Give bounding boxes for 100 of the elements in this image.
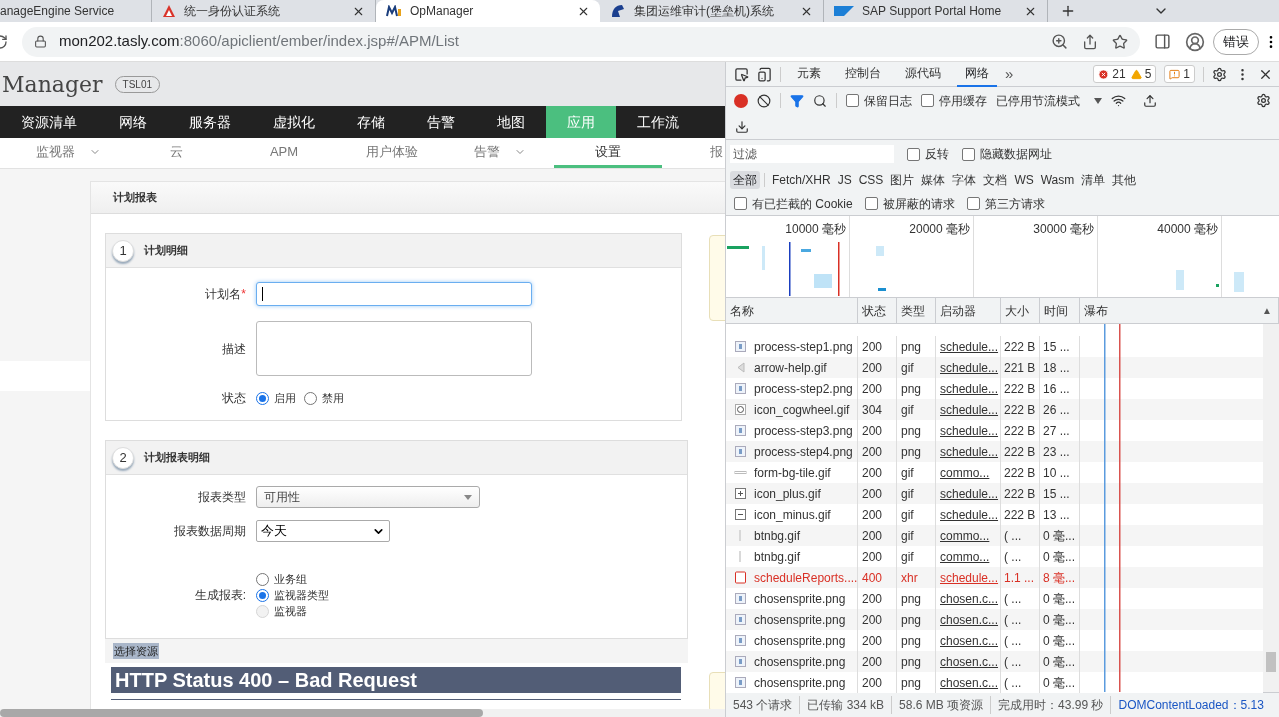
initiator-link[interactable]: schedule... — [940, 379, 999, 398]
text-input[interactable] — [256, 282, 532, 306]
nav-tab[interactable]: 服务器 — [168, 106, 252, 138]
column-header[interactable]: 名称 — [730, 301, 754, 320]
devtools-tab[interactable]: 源代码 — [897, 61, 949, 87]
request-row[interactable]: scheduleReports.... 400 xhr schedule... 1.1 ... 8 毫... — [726, 567, 1263, 588]
devtools-tab[interactable]: 控制台 — [837, 61, 889, 87]
type-filter-button[interactable]: Wasm — [1037, 171, 1078, 189]
subnav-tab[interactable]: 云 — [122, 138, 230, 168]
checkbox[interactable] — [864, 197, 878, 210]
devtools-tab[interactable]: 网络 — [957, 61, 997, 87]
report-type-select[interactable]: 可用性 — [256, 486, 480, 508]
initiator-link[interactable]: schedule... — [940, 400, 999, 419]
initiator-link[interactable]: commo... — [940, 526, 990, 545]
radio-button[interactable] — [256, 588, 269, 602]
subnav-tab[interactable]: 用户体验 — [338, 138, 446, 168]
request-row[interactable]: chosensprite.png 200 png chosen.c... ( ... 0 毫... — [726, 672, 1263, 693]
device-toolbar-icon[interactable] — [757, 66, 772, 82]
column-header[interactable]: 时间 — [1044, 301, 1068, 320]
checkbox[interactable] — [962, 147, 975, 161]
initiator-link[interactable]: chosen.c... — [940, 610, 999, 629]
subnav-tab[interactable]: APM — [230, 138, 338, 168]
record-button[interactable] — [734, 93, 748, 108]
request-row[interactable]: chosensprite.png 200 png chosen.c... ( ... 0 毫... — [726, 609, 1263, 630]
nav-tab[interactable]: 地图 — [476, 106, 546, 138]
side-panel-icon[interactable] — [1154, 33, 1171, 50]
nav-tab[interactable]: 存储 — [336, 106, 406, 138]
checkbox[interactable] — [734, 197, 747, 210]
zoom-icon[interactable] — [1051, 33, 1068, 50]
initiator-link[interactable]: schedule... — [940, 442, 999, 461]
checkbox[interactable] — [907, 147, 920, 161]
type-filter-button[interactable]: JS — [834, 171, 855, 189]
request-row[interactable]: icon_plus.gif 200 gif schedule... 222 B 15 ... — [726, 483, 1263, 504]
devtools-tab[interactable]: 元素 — [789, 61, 829, 87]
type-filter-button[interactable]: CSS — [855, 171, 887, 189]
share-icon[interactable] — [1082, 33, 1098, 50]
search-icon[interactable] — [813, 93, 827, 108]
subnav-tab[interactable]: 监视器 — [14, 138, 122, 168]
request-row[interactable]: arrow-help.gif 200 gif schedule... 221 B 18 ... — [726, 357, 1263, 378]
nav-tab[interactable]: 工作流 — [616, 106, 700, 138]
dom-loaded-link[interactable]: DOMContentLoaded：5.13 — [1111, 696, 1271, 714]
initiator-link[interactable]: schedule... — [940, 484, 999, 503]
column-header[interactable]: 大小 — [1005, 301, 1029, 320]
bookmark-star-icon[interactable] — [1112, 33, 1128, 50]
period-select[interactable]: 今天 — [256, 520, 390, 542]
initiator-link[interactable]: commo... — [940, 547, 990, 566]
initiator-link[interactable]: commo... — [940, 463, 990, 482]
nav-tab[interactable]: 虚拟化 — [252, 106, 336, 138]
type-filter-button[interactable]: 清单 — [1078, 171, 1109, 189]
initiator-link[interactable]: chosen.c... — [940, 589, 999, 608]
nav-tab[interactable]: 资源清单 — [0, 106, 98, 138]
inspect-icon[interactable] — [734, 66, 749, 82]
type-filter-button[interactable]: 字体 — [949, 171, 980, 189]
checkbox[interactable] — [921, 94, 934, 107]
initiator-link[interactable]: chosen.c... — [940, 673, 999, 692]
issues-counter[interactable]: 1 — [1164, 65, 1195, 83]
column-header[interactable]: 启动器 — [940, 301, 976, 320]
radio-button[interactable] — [304, 391, 317, 405]
checkbox[interactable] — [846, 94, 859, 107]
type-filter-button[interactable]: WS — [1011, 171, 1037, 189]
initiator-link[interactable]: schedule... — [940, 568, 999, 587]
request-row[interactable]: chosensprite.png 200 png chosen.c... ( ... 0 毫... — [726, 651, 1263, 672]
settings-icon[interactable] — [1212, 66, 1227, 82]
clear-icon[interactable] — [757, 93, 771, 108]
request-row[interactable]: process-step4.png 200 png schedule... 222 B 23 ... — [726, 441, 1263, 462]
subnav-tab[interactable]: 设置 — [554, 138, 662, 168]
request-row[interactable]: btnbg.gif 200 gif commo... ( ... 0 毫... — [726, 525, 1263, 546]
checkbox[interactable] — [966, 197, 980, 210]
type-filter-button[interactable]: 文档 — [980, 171, 1011, 189]
type-filter-button[interactable]: 图片 — [887, 171, 918, 189]
column-header[interactable]: 状态 — [862, 301, 886, 320]
type-filter-button[interactable]: 全部 — [730, 171, 760, 189]
radio-button[interactable] — [256, 572, 269, 586]
profile-icon[interactable] — [1185, 31, 1205, 52]
more-tabs-button[interactable]: » — [1005, 62, 1014, 86]
filter-icon[interactable] — [790, 93, 804, 108]
initiator-link[interactable]: schedule... — [940, 358, 999, 377]
initiator-link[interactable]: schedule... — [940, 421, 999, 440]
type-filter-button[interactable]: 其他 — [1109, 171, 1140, 189]
nav-tab[interactable]: 网络 — [98, 106, 168, 138]
sort-indicator[interactable]: ▲ — [1262, 303, 1272, 318]
initiator-link[interactable]: chosen.c... — [940, 631, 999, 650]
browser-tab[interactable]: OpManager — [376, 0, 600, 22]
settings-icon[interactable] — [1256, 93, 1271, 108]
subnav-tab[interactable]: 告警 — [446, 138, 554, 168]
subnav-tab[interactable]: 报 — [662, 138, 725, 168]
new-tab-icon[interactable] — [1060, 3, 1076, 19]
filter-field[interactable]: 过滤 — [730, 145, 894, 163]
network-conditions-icon[interactable] — [1111, 93, 1126, 108]
request-row[interactable]: icon_cogwheel.gif 304 gif schedule... 222 B 26 ... — [726, 399, 1263, 420]
vertical-scrollbar[interactable] — [1263, 324, 1279, 692]
type-filter-button[interactable]: Fetch/XHR — [769, 171, 834, 189]
horizontal-scrollbar[interactable] — [0, 709, 725, 717]
column-header[interactable]: 类型 — [901, 301, 925, 320]
upload-icon[interactable] — [1143, 93, 1157, 108]
column-header[interactable]: 瀑布 — [1084, 301, 1108, 320]
initiator-link[interactable]: schedule... — [940, 505, 999, 524]
error-counter[interactable]: 21 5 — [1093, 65, 1157, 83]
radio-button[interactable] — [256, 391, 269, 405]
type-filter-button[interactable]: 媒体 — [918, 171, 949, 189]
